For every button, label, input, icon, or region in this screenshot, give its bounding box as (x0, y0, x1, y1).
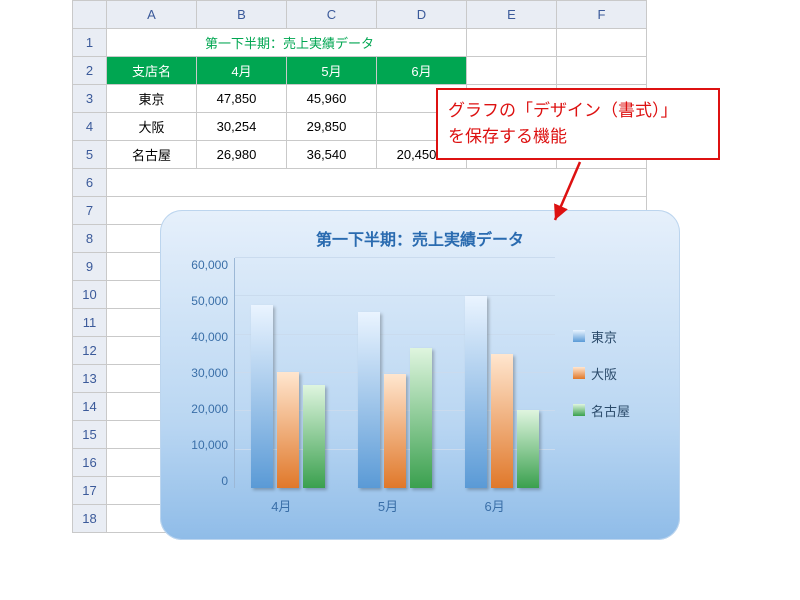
plot-area (234, 258, 555, 488)
table-title-cell[interactable]: 第一下半期：売上実績データ (107, 29, 467, 57)
row-header[interactable]: 10 (73, 281, 107, 309)
embedded-chart[interactable]: 第一下半期：売上実績データ 60,000 50,000 40,000 30,00… (160, 210, 680, 540)
row-header[interactable]: 15 (73, 421, 107, 449)
col-header[interactable]: A (107, 1, 197, 29)
header-cell[interactable]: 4月 (197, 57, 287, 85)
bar (384, 374, 406, 488)
row-header[interactable]: 14 (73, 393, 107, 421)
row-header[interactable]: 7 (73, 197, 107, 225)
row-header[interactable]: 9 (73, 253, 107, 281)
bar (303, 385, 325, 488)
cell[interactable]: 名古屋 (107, 141, 197, 169)
cell[interactable] (467, 57, 557, 85)
header-cell[interactable]: 6月 (377, 57, 467, 85)
y-axis: 60,000 50,000 40,000 30,000 20,000 10,00… (174, 258, 234, 488)
col-header[interactable]: F (557, 1, 647, 29)
legend-item: 名古屋 (573, 401, 630, 420)
legend-swatch-icon (573, 367, 585, 379)
bar (277, 372, 299, 488)
row-header[interactable]: 1 (73, 29, 107, 57)
annotation-arrow-icon (550, 160, 630, 240)
row-header[interactable]: 5 (73, 141, 107, 169)
row-header[interactable]: 11 (73, 309, 107, 337)
cell[interactable]: 45,960 (287, 85, 377, 113)
bar (358, 312, 380, 488)
cell[interactable]: 29,850 (287, 113, 377, 141)
cell[interactable]: 30,254 (197, 113, 287, 141)
cell[interactable] (557, 29, 647, 57)
row-header[interactable]: 3 (73, 85, 107, 113)
col-header[interactable]: B (197, 1, 287, 29)
annotation-callout: グラフの「デザイン（書式）」 を保存する機能 (436, 88, 720, 160)
cell[interactable]: 大阪 (107, 113, 197, 141)
row-header[interactable]: 12 (73, 337, 107, 365)
row-header[interactable]: 18 (73, 505, 107, 533)
row-header[interactable]: 6 (73, 169, 107, 197)
bar (465, 296, 487, 488)
chart-legend: 東京 大阪 名古屋 (573, 258, 630, 488)
row-header[interactable]: 8 (73, 225, 107, 253)
bar (491, 354, 513, 488)
cell[interactable]: 26,980 (197, 141, 287, 169)
legend-item: 東京 (573, 327, 630, 346)
bar (410, 348, 432, 488)
col-header[interactable]: D (377, 1, 467, 29)
bar (251, 305, 273, 488)
row-header[interactable]: 16 (73, 449, 107, 477)
row-header[interactable]: 4 (73, 113, 107, 141)
legend-item: 大阪 (573, 364, 630, 383)
header-cell[interactable]: 5月 (287, 57, 377, 85)
bar (517, 410, 539, 488)
cell[interactable]: 36,540 (287, 141, 377, 169)
x-axis: 4月 5月 6月 (228, 496, 548, 515)
col-header[interactable]: E (467, 1, 557, 29)
cell[interactable] (557, 57, 647, 85)
row-header[interactable]: 17 (73, 477, 107, 505)
row-header[interactable]: 2 (73, 57, 107, 85)
legend-swatch-icon (573, 330, 585, 342)
col-header[interactable]: C (287, 1, 377, 29)
select-all-corner[interactable] (73, 1, 107, 29)
cell[interactable]: 東京 (107, 85, 197, 113)
header-cell[interactable]: 支店名 (107, 57, 197, 85)
row-header[interactable]: 13 (73, 365, 107, 393)
cell[interactable] (467, 29, 557, 57)
cell[interactable]: 47,850 (197, 85, 287, 113)
legend-swatch-icon (573, 404, 585, 416)
